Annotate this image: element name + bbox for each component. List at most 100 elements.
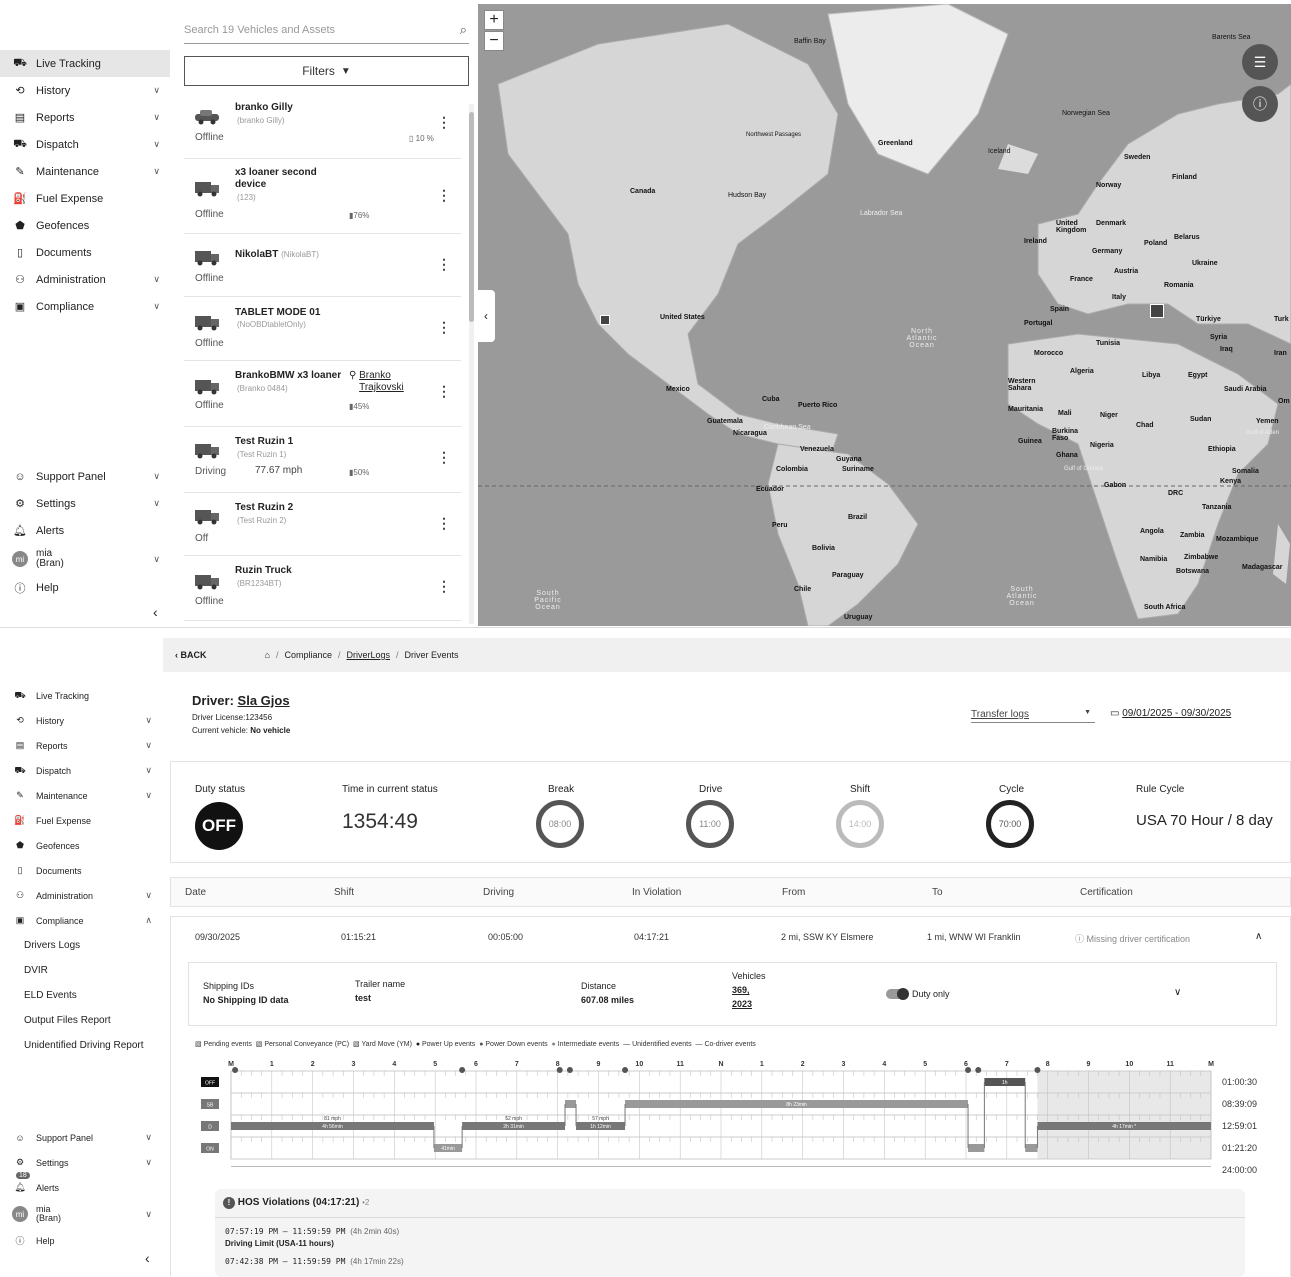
chevron-down-icon: ∨	[145, 1157, 152, 1167]
collapse-sidebar-icon[interactable]: ‹	[153, 604, 158, 620]
vehicle-item[interactable]: Test Ruzin 2 (Test Ruzin 2) Off ⋮	[184, 493, 461, 556]
nav-dispatch[interactable]: ⛟ Dispatch ∨	[0, 131, 170, 158]
search-icon[interactable]: ⌕	[460, 22, 467, 38]
nav-compliance[interactable]: ▣ Compliance ∨	[0, 293, 170, 320]
more-options-icon[interactable]: ⋮	[437, 578, 451, 595]
breadcrumb-driver-logs[interactable]: DriverLogs	[347, 650, 391, 660]
nav-user[interactable]: mi mia (Bran) ∨	[0, 1200, 162, 1228]
people-icon: ⚇	[15, 890, 25, 900]
collapse-panel-button[interactable]: ‹	[477, 290, 495, 342]
nav-geofences[interactable]: ⬟ Geofences	[0, 833, 162, 858]
vehicle-link[interactable]: 2023	[732, 999, 752, 1009]
nav-history[interactable]: ⟲ History ∨	[0, 708, 162, 733]
zoom-in-button[interactable]: +	[484, 10, 504, 30]
vehicle-item[interactable]: x3 loaner second device (123) Offline ▮76% ⋮	[184, 159, 461, 234]
hos-total: 24:00:00	[1222, 1165, 1258, 1175]
nav-administration[interactable]: ⚇ Administration ∨	[0, 883, 162, 908]
map-label: Egypt	[1188, 372, 1208, 379]
assigned-driver-link[interactable]: ⚲ Branko Trajkovski	[349, 370, 409, 394]
collapse-sidebar-icon[interactable]: ‹	[145, 1250, 150, 1266]
row-label: OFF	[205, 1081, 215, 1087]
nav-administration[interactable]: ⚇ Administration ∨	[0, 266, 170, 293]
nav-unidentified-driving[interactable]: Unidentified Driving Report	[0, 1033, 162, 1058]
more-options-icon[interactable]: ⋮	[437, 187, 451, 204]
nav-dvir[interactable]: DVIR	[0, 958, 162, 983]
logs-table-row[interactable]: 09/30/2025 01:15:21 00:05:00 04:17:21 2 …	[170, 916, 1291, 1277]
expand-details-icon[interactable]: ∨	[1174, 987, 1181, 998]
more-options-icon[interactable]: ⋮	[437, 114, 451, 131]
nav-history[interactable]: ⟲ History ∨	[0, 77, 170, 104]
vehicle-item[interactable]: Test Ruzin 1 (Test Ruzin 1) Driving 77.67 m…	[184, 427, 461, 493]
info-button[interactable]: ⓘ	[1242, 86, 1278, 122]
nav-support-panel[interactable]: ☺ Support Panel ∨	[0, 1125, 162, 1150]
map-label: Caribbean Sea	[764, 424, 811, 431]
nav-geofences[interactable]: ⬟ Geofences	[0, 212, 170, 239]
intermediate-icon: ●	[551, 1041, 556, 1048]
map[interactable]: + − ☰ ⓘ Baffin Bay Greenland Iceland Nor…	[478, 4, 1291, 626]
vehicle-link[interactable]: 369,	[732, 985, 750, 995]
power-up-icon: ●	[415, 1041, 421, 1048]
breadcrumb-compliance[interactable]: Compliance	[284, 650, 332, 660]
nav-fuel-expense[interactable]: ⛽ Fuel Expense	[0, 185, 170, 212]
driver-name-link[interactable]: Sla Gjos	[238, 693, 290, 708]
nav-dispatch[interactable]: ⛟ Dispatch ∨	[0, 758, 162, 783]
nav-support-panel[interactable]: ☺ Support Panel ∨	[0, 463, 170, 490]
bell-icon: 🔔︎	[13, 525, 27, 537]
map-label: Ukraine	[1192, 260, 1218, 267]
nav-compliance[interactable]: ▣ Compliance ∧	[0, 908, 162, 933]
duty-only-toggle[interactable]	[886, 988, 909, 1000]
nav-user[interactable]: mi mia (Bran) ∨	[0, 544, 170, 574]
more-options-icon[interactable]: ⋮	[437, 256, 451, 273]
vehicle-marker[interactable]	[600, 315, 610, 325]
nav-drivers-logs[interactable]: Drivers Logs	[0, 933, 162, 958]
more-options-icon[interactable]: ⋮	[437, 383, 451, 400]
calendar-icon: ▭	[1110, 708, 1120, 719]
nav-output-files[interactable]: Output Files Report	[0, 1008, 162, 1033]
zoom-out-button[interactable]: −	[484, 31, 504, 51]
vehicle-item[interactable]: TABLET MODE 01 (NoOBDtabletOnly) Offline ⋮	[184, 297, 461, 361]
hour-label: M	[228, 1061, 234, 1068]
map-label: Nicaragua	[733, 430, 767, 437]
nav-alerts[interactable]: 🔔︎ Alerts	[0, 517, 170, 544]
more-options-icon[interactable]: ⋮	[437, 515, 451, 532]
search-input[interactable]: Search 19 Vehicles and Assets ⌕	[184, 20, 469, 44]
back-button[interactable]: ‹ BACK	[175, 650, 207, 660]
date-range-picker[interactable]: ▭ 09/01/2025 - 09/30/2025	[1110, 708, 1231, 719]
violation-item: 07:42:38 PM – 11:59:59 PM (4h 17min 22s)	[225, 1257, 404, 1266]
nav-documents[interactable]: ▯ Documents	[0, 239, 170, 266]
filter-icon: ▼	[340, 65, 351, 77]
nav-fuel-expense[interactable]: ⛽ Fuel Expense	[0, 808, 162, 833]
nav-help[interactable]: ⓘ Help	[0, 1228, 162, 1253]
breadcrumb-driver-events: Driver Events	[404, 650, 459, 660]
nav-live-tracking[interactable]: ⛟ Live Tracking	[0, 683, 162, 708]
vehicle-item[interactable]: NikolaBT (NikolaBT) Offline ⋮	[184, 234, 461, 297]
nav-live-tracking[interactable]: ⛟ Live Tracking	[0, 50, 170, 77]
scrollbar-thumb[interactable]	[469, 112, 474, 322]
nav-settings[interactable]: ⚙ Settings ∨	[0, 490, 170, 517]
nav-reports[interactable]: ▤ Reports ∨	[0, 104, 170, 131]
nav-help[interactable]: ⓘ Help	[0, 574, 170, 601]
list-view-button[interactable]: ☰	[1242, 44, 1278, 80]
nav-documents[interactable]: ▯ Documents	[0, 858, 162, 883]
filters-button[interactable]: Filters ▼	[184, 56, 469, 86]
more-options-icon[interactable]: ⋮	[437, 319, 451, 336]
nav-alerts[interactable]: 🔔︎ 18 Alerts	[0, 1171, 162, 1200]
map-label: Algeria	[1070, 368, 1094, 375]
map-label: Yemen	[1256, 418, 1279, 425]
vehicle-cluster-marker[interactable]	[1150, 304, 1164, 318]
more-options-icon[interactable]: ⋮	[437, 449, 451, 466]
map-label: Om	[1278, 398, 1290, 405]
vehicle-item[interactable]: branko Gilly (branko Gilly) Offline ▯ 10 % ⋮	[184, 94, 461, 159]
home-icon[interactable]: ⌂	[265, 650, 270, 660]
vehicle-item[interactable]: Ruzin Truck (BR1234BT) Offline ⋮	[184, 556, 461, 621]
nav-reports[interactable]: ▤ Reports ∨	[0, 733, 162, 758]
chevron-down-icon: ∨	[153, 139, 160, 149]
chevron-down-icon: ∨	[153, 112, 160, 122]
collapse-row-icon[interactable]: ∧	[1255, 931, 1262, 942]
transfer-logs-select[interactable]: Transfer logs ▼	[971, 709, 1095, 723]
nav-eld-events[interactable]: ELD Events	[0, 983, 162, 1008]
vehicle-item[interactable]: BrankoBMW x3 loaner (Branko 0484) Offline ⚲…	[184, 361, 461, 427]
nav-maintenance[interactable]: ✎ Maintenance ∨	[0, 783, 162, 808]
nav-maintenance[interactable]: ✎ Maintenance ∨	[0, 158, 170, 185]
cycle-ring: 70:00	[986, 800, 1034, 848]
